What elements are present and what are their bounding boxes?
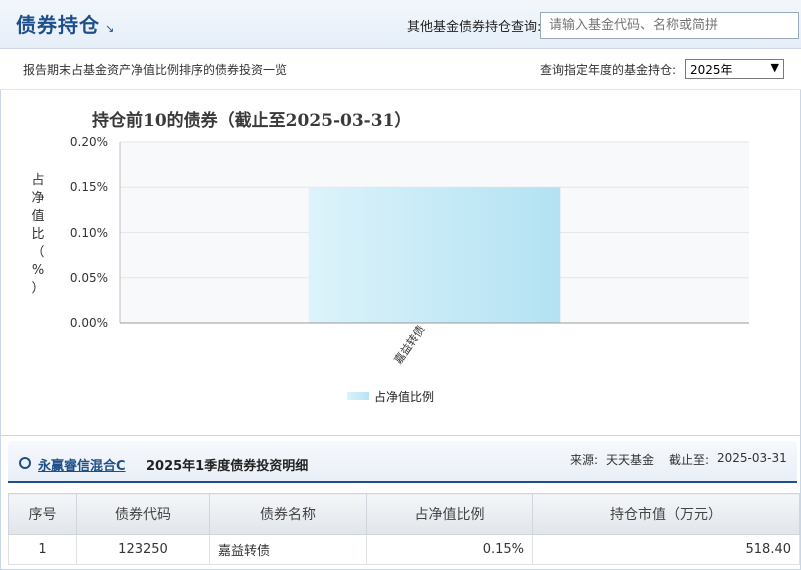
- cell-value: 518.40: [532, 534, 800, 565]
- cell-name: 嘉益转债: [209, 534, 367, 565]
- table-row: 1 123250 嘉益转债 0.15% 518.40: [8, 534, 800, 565]
- bar[interactable]: [308, 187, 561, 323]
- legend-label[interactable]: 占净值比例: [374, 388, 434, 405]
- fund-name-link[interactable]: 永赢睿信混合C: [38, 455, 126, 474]
- bar-chart: [119, 141, 749, 324]
- cell-ratio: 0.15%: [366, 534, 533, 565]
- source-label: 来源:: [570, 453, 599, 467]
- cell-code: 123250: [76, 534, 210, 565]
- detail-title: 2025年1季度债券投资明细: [146, 459, 309, 474]
- holdings-table: 序号 债券代码 债券名称 占净值比例 持仓市值（万元） 1 123250 嘉益转…: [8, 493, 800, 565]
- section-divider: [0, 435, 801, 436]
- bar-series: [308, 187, 561, 323]
- asof-date: 2025-03-31: [717, 451, 787, 465]
- circle-bullet-icon: [19, 457, 31, 469]
- col-header-value: 持仓市值（万元）: [532, 493, 800, 535]
- col-header-ratio: 占净值比例: [366, 493, 533, 535]
- legend-swatch: [347, 392, 369, 400]
- col-header-name: 债券名称: [209, 493, 367, 535]
- cell-no: 1: [8, 534, 77, 565]
- col-header-code: 债券代码: [76, 493, 210, 535]
- table-header-row: 序号 债券代码 债券名称 占净值比例 持仓市值（万元）: [8, 493, 800, 535]
- source-value: 天天基金: [606, 453, 655, 467]
- asof-label: 截止至:: [669, 453, 710, 467]
- detail-header-rule: [8, 481, 797, 483]
- col-header-no: 序号: [8, 493, 77, 535]
